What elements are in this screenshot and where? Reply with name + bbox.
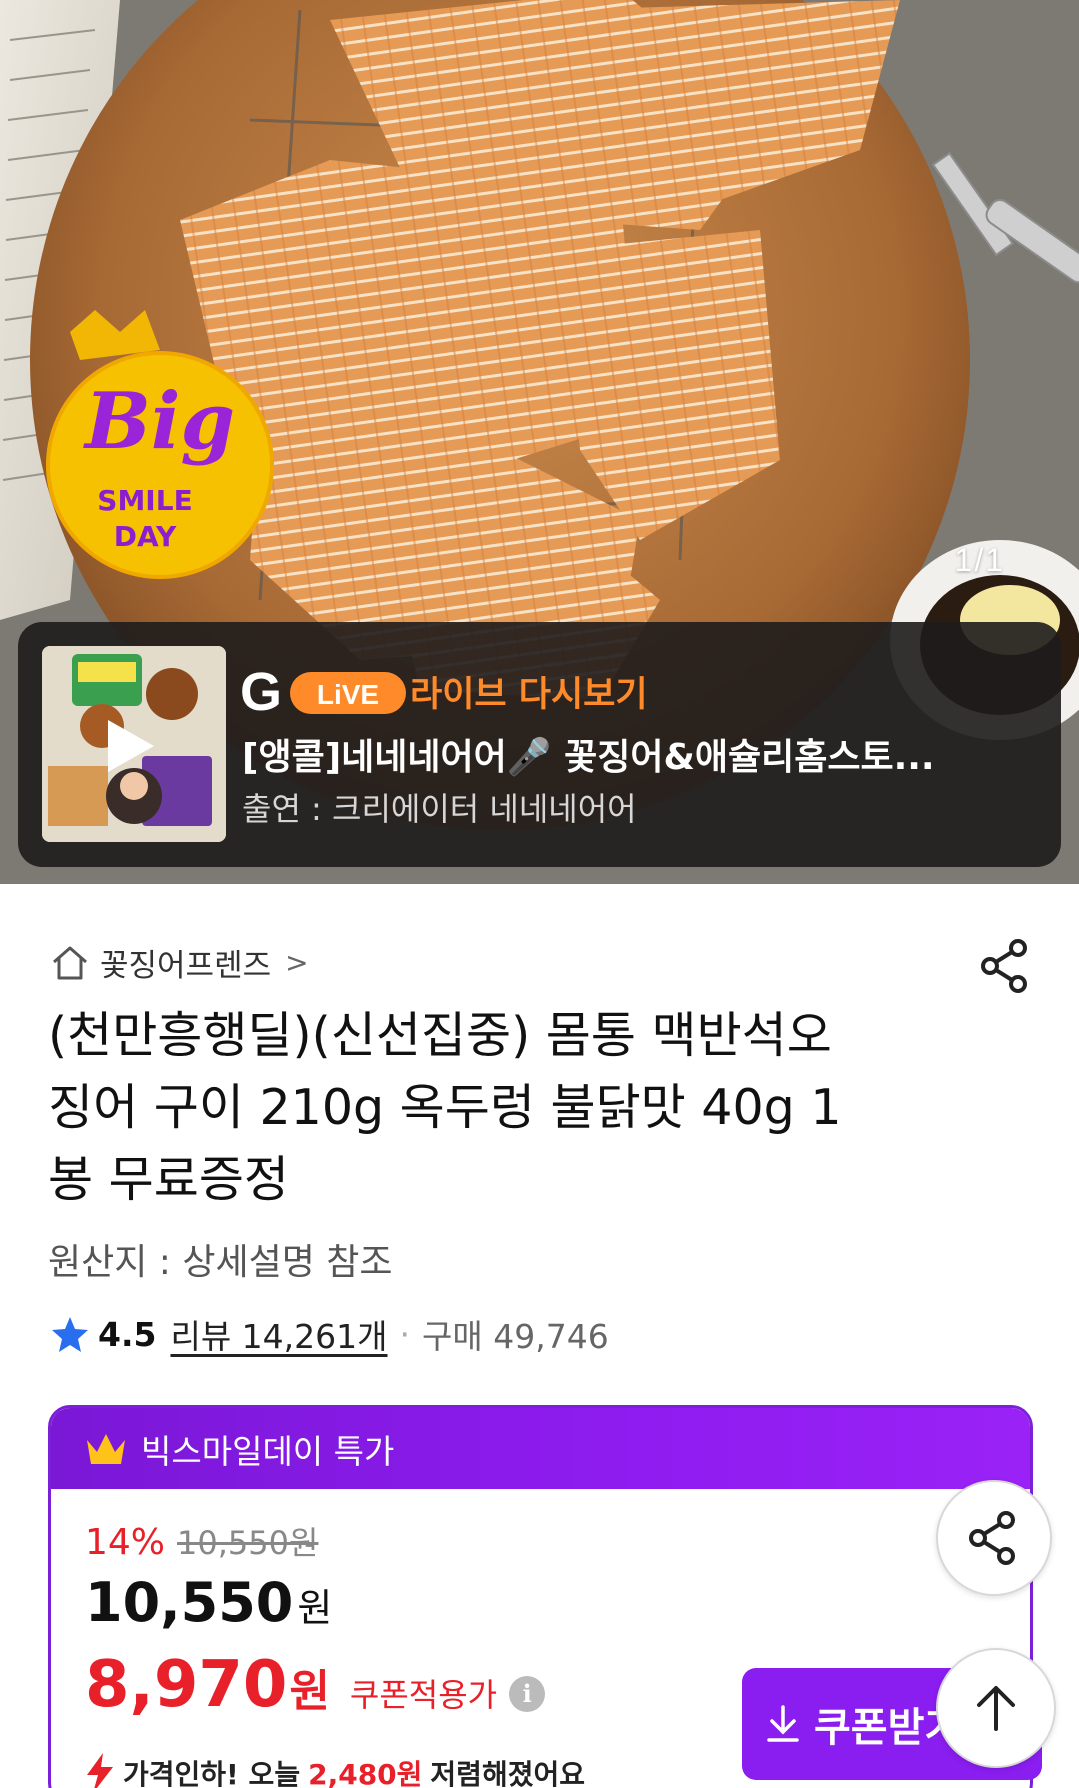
chevron-right-icon: > — [285, 946, 309, 979]
product-image-carousel[interactable]: Big SMILE DAY 1/1 G LiVE 라이브 다시보기 [앵콜]네네… — [0, 0, 1079, 884]
star-icon — [52, 1317, 88, 1352]
coupon-price-label: 쿠폰적용가 — [349, 1676, 498, 1714]
share-icon[interactable] — [978, 938, 1034, 994]
live-thumbnail[interactable] — [42, 646, 226, 842]
floating-share-button[interactable] — [936, 1480, 1052, 1596]
coupon-price-row: 8,970 원 쿠폰적용가 i — [85, 1648, 546, 1722]
separator-dot: · — [399, 1314, 411, 1354]
share-icon — [969, 1511, 1015, 1565]
discount-row: 14% 10,550원 — [85, 1518, 318, 1564]
store-name[interactable]: 꽃징어프렌즈 — [100, 940, 271, 985]
live-replay-card[interactable]: G LiVE 라이브 다시보기 [앵콜]네네네어어🎤 꽃징어&애슐리홈스토...… — [18, 622, 1061, 867]
big-smile-day-badge: Big SMILE DAY — [46, 310, 274, 579]
play-icon — [108, 720, 154, 772]
price-cut-notice: 가격인하! 오늘 2,480원 저렴해졌어요 — [85, 1753, 585, 1788]
badge-big-text: Big — [83, 376, 235, 467]
price-cut-amount: 2,480원 — [308, 1758, 423, 1788]
live-replay-label[interactable]: 라이브 다시보기 — [410, 666, 648, 717]
product-title: (천만흥행딜)(신선집중) 몸통 맥반석오징어 구이 210g 옥두렁 불닭맛 … — [48, 1007, 842, 1208]
download-icon — [767, 1705, 799, 1742]
price-cut-suffix: 저렴해졌어요 — [430, 1758, 585, 1788]
live-title[interactable]: [앵콜]네네네어어🎤 꽃징어&애슐리홈스토... — [242, 728, 1042, 780]
breadcrumb[interactable]: 꽃징어프렌즈 > — [50, 940, 309, 985]
sale-price-unit: 원 — [297, 1586, 333, 1630]
coupon-price-unit: 원 — [289, 1666, 330, 1717]
price-cut-prefix: 가격인하! 오늘 — [123, 1758, 301, 1788]
svg-text:G: G — [240, 662, 282, 722]
live-subtitle: 출연 : 크리에이터 네네네어어 — [242, 790, 637, 828]
price-row: 10,550 원 — [85, 1571, 332, 1634]
info-icon[interactable]: i — [509, 1676, 546, 1712]
crown-icon — [87, 1433, 125, 1464]
purchase-count: 구매 49,746 — [422, 1317, 609, 1356]
rating-score: 4.5 — [98, 1314, 157, 1354]
origin-info: 원산지 : 상세설명 참조 — [48, 1242, 393, 1283]
lightning-icon — [87, 1753, 113, 1788]
page-indicator: 1/1 — [954, 542, 1005, 578]
arrow-up-icon — [977, 1686, 1015, 1731]
glive-logo: G LiVE — [240, 662, 406, 722]
deal-header-title: 빅스마일데이 특가 — [141, 1431, 395, 1471]
badge-day-text: DAY — [114, 520, 177, 553]
home-icon — [53, 946, 87, 979]
discount-percent: 14% — [85, 1522, 166, 1563]
svg-text:LiVE: LiVE — [317, 679, 379, 710]
sale-price: 10,550 — [85, 1571, 294, 1634]
deal-header: 빅스마일데이 특가 — [51, 1408, 1030, 1489]
badge-smile-text: SMILE — [97, 484, 192, 517]
rating-row: 4.5 리뷰 14,261개 · 구매 49,746 — [50, 1310, 609, 1358]
original-price: 10,550원 — [177, 1524, 319, 1562]
review-link[interactable]: 리뷰 14,261개 — [170, 1310, 387, 1358]
scroll-to-top-button[interactable] — [936, 1648, 1056, 1768]
coupon-price: 8,970 — [85, 1648, 288, 1722]
